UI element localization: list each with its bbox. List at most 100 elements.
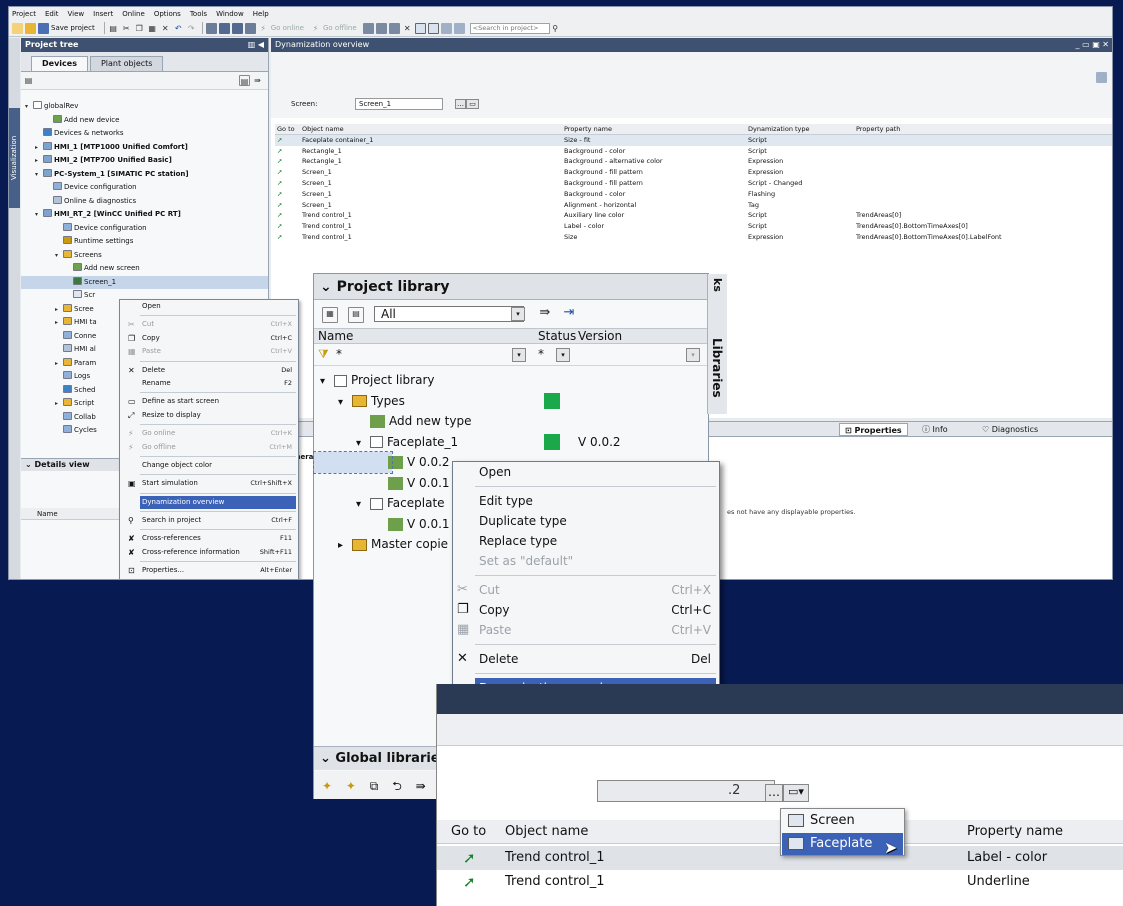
table-row[interactable]: ➚ Trend control_1 Auxiliary line color Scri…	[275, 210, 1112, 221]
tree-item[interactable]: ▾ PC-System_1 [SIMATIC PC station]	[21, 168, 268, 182]
menu-item-change-object-color[interactable]: Change object color	[120, 459, 298, 472]
project-library-header[interactable]: ⌄ Project library	[314, 274, 708, 300]
chevron-down-icon[interactable]: ▾	[511, 307, 525, 321]
tree-item[interactable]: ▸ HMI_2 [MTP700 Unified Basic]	[21, 154, 268, 168]
table-row[interactable]: ➚ Screen_1 Background - fill pattern Expres…	[275, 167, 1112, 178]
menu-item-delete[interactable]: ✕ Delete Del	[453, 649, 719, 669]
library-tree-item[interactable]: ▾ Faceplate_1 V 0.0.2	[314, 432, 708, 453]
layout-icon[interactable]	[453, 22, 465, 34]
tree-item[interactable]: Runtime settings	[21, 235, 268, 249]
table-row[interactable]: ➚ Trend control_1 Underline	[437, 870, 1123, 894]
upload-icon[interactable]	[231, 22, 243, 34]
menu-insert[interactable]: Insert	[93, 10, 113, 18]
save-project-button[interactable]: Save project	[51, 24, 95, 32]
expand-toggle-icon[interactable]: ▸	[35, 141, 43, 155]
menu-item-rename[interactable]: Rename F2	[120, 377, 298, 390]
menu-help[interactable]: Help	[253, 10, 269, 18]
expand-toggle-icon[interactable]: ▾	[356, 495, 370, 516]
menu-item-set-as-default[interactable]: Set as "default"	[453, 551, 719, 571]
table-row[interactable]: ➚ Screen_1 Background - fill pattern Script…	[275, 178, 1112, 189]
goto-arrow-icon[interactable]: ➚	[275, 135, 299, 146]
menu-online[interactable]: Online	[122, 10, 145, 18]
go-offline-button[interactable]: Go offline	[323, 24, 357, 32]
expand-toggle-icon[interactable]: ▸	[55, 303, 63, 317]
go-offline-icon[interactable]: ⚡	[310, 23, 321, 34]
compile-icon[interactable]	[205, 22, 217, 34]
table-row[interactable]: ➚ Rectangle_1 Background - alternative col…	[275, 156, 1112, 167]
tree-item[interactable]: Add new screen	[21, 262, 268, 276]
goto-arrow-icon[interactable]: ➚	[275, 200, 299, 211]
table-row[interactable]: ➚ Screen_1 Alignment - horizontal Tag	[275, 200, 1112, 211]
close-library-icon[interactable]: ⮌	[392, 779, 402, 793]
new-project-icon[interactable]	[12, 22, 23, 34]
zoom-browse-button[interactable]: …	[765, 784, 783, 802]
type-select-button[interactable]: ▭	[466, 99, 479, 109]
expand-toggle-icon[interactable]: ▸	[55, 316, 63, 330]
cross-reference-icon[interactable]	[375, 22, 387, 34]
search-icon[interactable]: ⚲	[550, 23, 561, 34]
zoom-screen-field[interactable]: .2	[597, 780, 775, 802]
menu-item-replace-type[interactable]: Replace type	[453, 531, 719, 551]
tree-item[interactable]: ▾ Screens	[21, 249, 268, 263]
expand-toggle-icon[interactable]: ▸	[55, 357, 63, 371]
forward-icon[interactable]: ⇛	[536, 306, 554, 323]
goto-arrow-icon[interactable]: ➚	[275, 232, 299, 243]
menu-item-paste[interactable]: ▦ Paste Ctrl+V	[453, 620, 719, 640]
menu-item-dynamization-overview[interactable]: Dynamization overview	[140, 495, 296, 510]
download-icon[interactable]	[218, 22, 230, 34]
goto-arrow-icon[interactable]: ➚	[275, 189, 299, 200]
version-filter-dropdown[interactable]: ▾	[686, 348, 700, 362]
menu-item-open[interactable]: Open	[120, 300, 298, 313]
undo-icon[interactable]: ↶	[173, 23, 184, 34]
collapse-icon[interactable]: ▥ ◀	[248, 38, 264, 52]
rail-tab-visualization[interactable]: Visualization	[9, 108, 20, 208]
goto-arrow-icon[interactable]: ➚	[275, 146, 299, 157]
update-icon[interactable]: ⇥	[560, 306, 578, 323]
browse-button[interactable]: …	[455, 99, 466, 109]
table-row[interactable]: ➚ Rectangle_1 Background - color Script	[275, 146, 1112, 157]
library-tree-item[interactable]: Add new type	[314, 411, 708, 432]
expand-toggle-icon[interactable]: ▸	[338, 536, 352, 557]
tree-item[interactable]: ▾ HMI_RT_2 [WinCC Unified PC RT]	[21, 208, 268, 222]
paste-icon[interactable]: ▦	[147, 23, 158, 34]
menu-window[interactable]: Window	[216, 10, 244, 18]
split-vertical-icon[interactable]	[427, 22, 439, 34]
library-list-icon[interactable]: ▤	[348, 307, 364, 323]
table-view-icon[interactable]: ▤	[239, 75, 250, 86]
tab-plant-objects[interactable]: Plant objects	[89, 56, 164, 71]
expand-icon[interactable]: ⇛	[252, 75, 263, 86]
tree-item[interactable]: Screen_1	[21, 275, 268, 289]
menu-item-resize-to-display[interactable]: ⤢ Resize to display	[120, 409, 298, 422]
accessible-devices-icon[interactable]	[362, 22, 374, 34]
tree-item[interactable]: Add new device	[21, 114, 268, 128]
window-controls-icon[interactable]: _ ▭ ▣ ✕	[1076, 38, 1109, 52]
split-horizontal-icon[interactable]	[414, 22, 426, 34]
cut-icon[interactable]: ✂	[121, 23, 132, 34]
menu-item-properties[interactable]: ⊡ Properties... Alt+Enter	[120, 564, 298, 577]
search-input[interactable]: <Search in project>	[469, 22, 550, 34]
tree-item[interactable]: ▸ HMI_1 [MTP1000 Unified Comfort]	[21, 141, 268, 155]
menu-item-open[interactable]: Open	[453, 462, 719, 482]
save-project-icon[interactable]	[38, 22, 49, 34]
menu-item-cross-reference-information[interactable]: ✘ Cross-reference information Shift+F11	[120, 546, 298, 559]
table-row[interactable]: ➚ Trend control_1 Label - color Script Trend…	[275, 221, 1112, 232]
table-row[interactable]: ➚ Screen_1 Background - color Flashing	[275, 189, 1112, 200]
print-icon[interactable]: ▤	[108, 23, 119, 34]
expand-toggle-icon[interactable]: ▸	[55, 397, 63, 411]
open-project-icon[interactable]	[25, 22, 36, 34]
library-tree-item[interactable]: ▾ Types	[314, 391, 708, 412]
table-row[interactable]: ➚ Faceplate container_1 Size - fit Script	[275, 134, 1112, 146]
library-tree-item[interactable]: V 0.0.2	[313, 451, 450, 474]
menu-item-delete[interactable]: ✕ Delete Del	[120, 364, 298, 377]
table-row[interactable]: ➚ Trend control_1 Size Expression TrendAreas…	[275, 232, 1112, 243]
open-library-icon[interactable]: ✦	[346, 779, 356, 793]
copy-icon[interactable]: ❐	[134, 23, 145, 34]
simulation-icon[interactable]	[244, 22, 256, 34]
stop-icon[interactable]: ✕	[402, 23, 413, 34]
library-tree-item[interactable]: ▾ Project library	[314, 370, 708, 391]
screen-field[interactable]: Screen_1	[355, 98, 443, 110]
status-filter-dropdown[interactable]: ▾	[556, 348, 570, 362]
tree-item[interactable]: Device configuration	[21, 181, 268, 195]
delete-icon[interactable]: ✕	[160, 23, 171, 34]
menu-item-duplicate-type[interactable]: Duplicate type	[453, 511, 719, 531]
